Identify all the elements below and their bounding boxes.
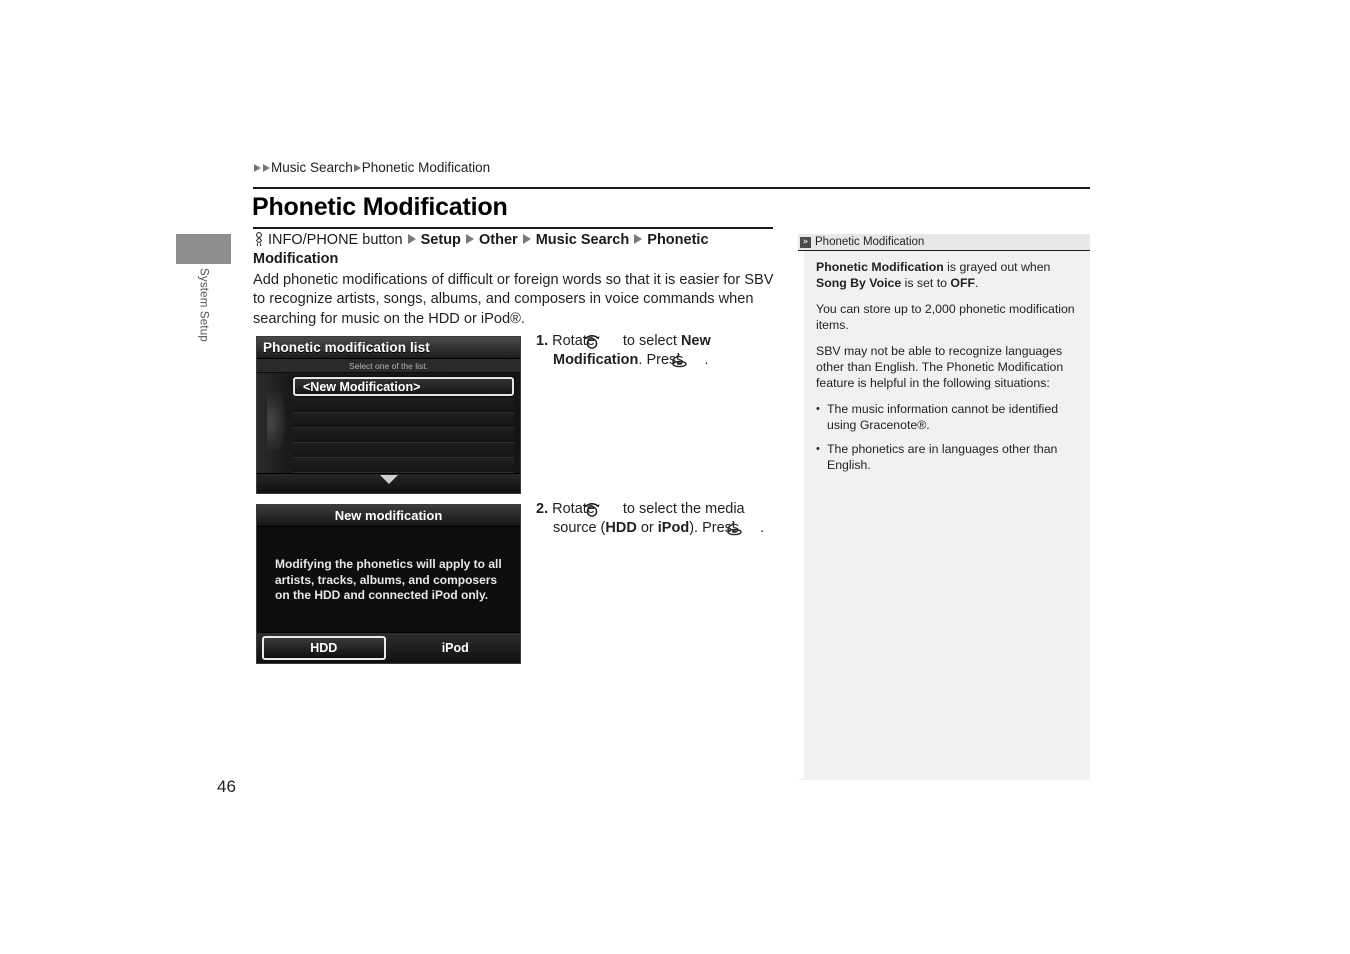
step-2: 2. Rotate to select the media source (HD… [536, 500, 786, 537]
figure-phonetic-modification-list: Phonetic modification list Select one of… [256, 336, 521, 494]
figure2-hdd-button[interactable]: HDD [262, 636, 386, 660]
navigation-path: INFO/PHONE button Setup Other Music Sear… [253, 231, 773, 268]
figure2-screen-title: New modification [257, 505, 520, 527]
step-1-number: 1. [536, 333, 549, 349]
chevron-down-icon [379, 475, 398, 484]
page-title: Phonetic Modification [252, 193, 508, 221]
bullet-dot-icon: • [816, 403, 820, 416]
figure1-screen-subtitle: Select one of the list. [257, 359, 520, 373]
note-paragraph-1: Phonetic Modification is grayed out when… [816, 260, 1080, 291]
figure1-empty-row [293, 443, 514, 458]
nav-path-arrow-icon [407, 234, 416, 244]
breadcrumb-arrow-icon [254, 163, 261, 172]
nav-path-modification[interactable]: Modification [253, 251, 338, 267]
figure1-list-area: <New Modification> [257, 373, 520, 473]
nav-path-music-search[interactable]: Music Search [536, 232, 630, 248]
figure2-ipod-button[interactable]: iPod [396, 638, 516, 658]
note-panel-body: Phonetic Modification is grayed out when… [798, 251, 1090, 779]
figure2-button-bar: HDD iPod [257, 632, 520, 663]
figure1-bottom-bar [257, 473, 520, 493]
rotary-dial-icon [584, 333, 619, 349]
note-p1-text-3: . [975, 275, 979, 290]
figure2-message: Modifying the phonetics will apply to al… [257, 527, 520, 632]
note-panel-title: Phonetic Modification [815, 236, 925, 248]
note-p1-bold-1: Phonetic Modification [816, 260, 944, 274]
header-divider [253, 187, 1090, 189]
note-p1-text-2: is set to [901, 275, 951, 290]
figure-new-modification-dialog: New modification Modifying the phonetics… [256, 504, 521, 664]
note-panel: » Phonetic Modification Phonetic Modific… [798, 234, 1090, 780]
page-number: 46 [217, 777, 236, 796]
bullet-dot-icon: • [816, 443, 820, 456]
section-tab-text: System Setup [197, 268, 210, 342]
note-paragraph-2: You can store up to 2,000 phonetic modif… [816, 302, 1075, 332]
nav-path-other[interactable]: Other [479, 232, 518, 248]
figure1-empty-row [293, 398, 514, 413]
breadcrumb: Music Search Phonetic Modification [253, 160, 490, 175]
press-knob-icon [671, 352, 705, 368]
double-chevron-right-icon: » [800, 236, 811, 248]
step-2-bold-ipod: iPod [657, 519, 690, 536]
note-bullet-item: • The music information cannot be identi… [816, 402, 1080, 433]
note-p1-bold-2: Song By Voice [816, 275, 902, 290]
breadcrumb-arrow-icon [263, 163, 270, 172]
note-bullet-item: • The phonetics are in languages other t… [816, 442, 1080, 473]
figure1-selected-list-item[interactable]: <New Modification> [293, 377, 514, 396]
note-bullet-1-text: The music information cannot be identifi… [827, 402, 1059, 432]
figure1-screen-title: Phonetic modification list [257, 337, 520, 359]
rotary-dial-icon [584, 501, 619, 517]
step-1-text-b: to select [618, 333, 681, 349]
step-1: 1. Rotate to select New Modification. Pr… [536, 332, 786, 369]
note-paragraph-3: SBV may not be able to recognize languag… [816, 344, 1064, 390]
step-2-text-c: or [636, 519, 658, 536]
section-tab-label: System Setup [176, 268, 231, 388]
nav-path-arrow-icon [465, 234, 474, 244]
nav-path-arrow-icon [522, 234, 531, 244]
nav-path-setup[interactable]: Setup [421, 232, 461, 248]
breadcrumb-item-phonetic-modification[interactable]: Phonetic Modification [362, 160, 490, 175]
figure1-empty-row [293, 413, 514, 428]
hand-pointer-icon [253, 232, 265, 247]
note-p1-text-1: is grayed out when [943, 260, 1051, 274]
section-tab-block [176, 234, 231, 264]
figure1-scroll-indicator [267, 391, 285, 451]
nav-path-arrow-icon [634, 234, 643, 244]
breadcrumb-item-music-search[interactable]: Music Search [271, 160, 353, 175]
step-1-text-d: . [704, 351, 709, 368]
nav-path-button-label: INFO/PHONE button [268, 232, 403, 248]
intro-paragraph: Add phonetic modifications of difficult … [253, 272, 774, 327]
breadcrumb-arrow-icon [353, 163, 361, 172]
note-panel-header: » Phonetic Modification [798, 234, 1090, 251]
title-divider [253, 227, 773, 229]
figure1-empty-row [293, 428, 514, 443]
note-p1-bold-3: OFF [950, 275, 975, 290]
figure1-empty-row [293, 458, 514, 473]
note-bullet-2-text: The phonetics are in languages other tha… [827, 442, 1058, 472]
step-2-number: 2. [536, 501, 549, 517]
press-knob-icon [727, 520, 760, 536]
step-2-text-e: . [760, 519, 765, 536]
nav-path-phonetic[interactable]: Phonetic [647, 232, 708, 248]
step-2-bold-hdd: HDD [605, 519, 637, 536]
